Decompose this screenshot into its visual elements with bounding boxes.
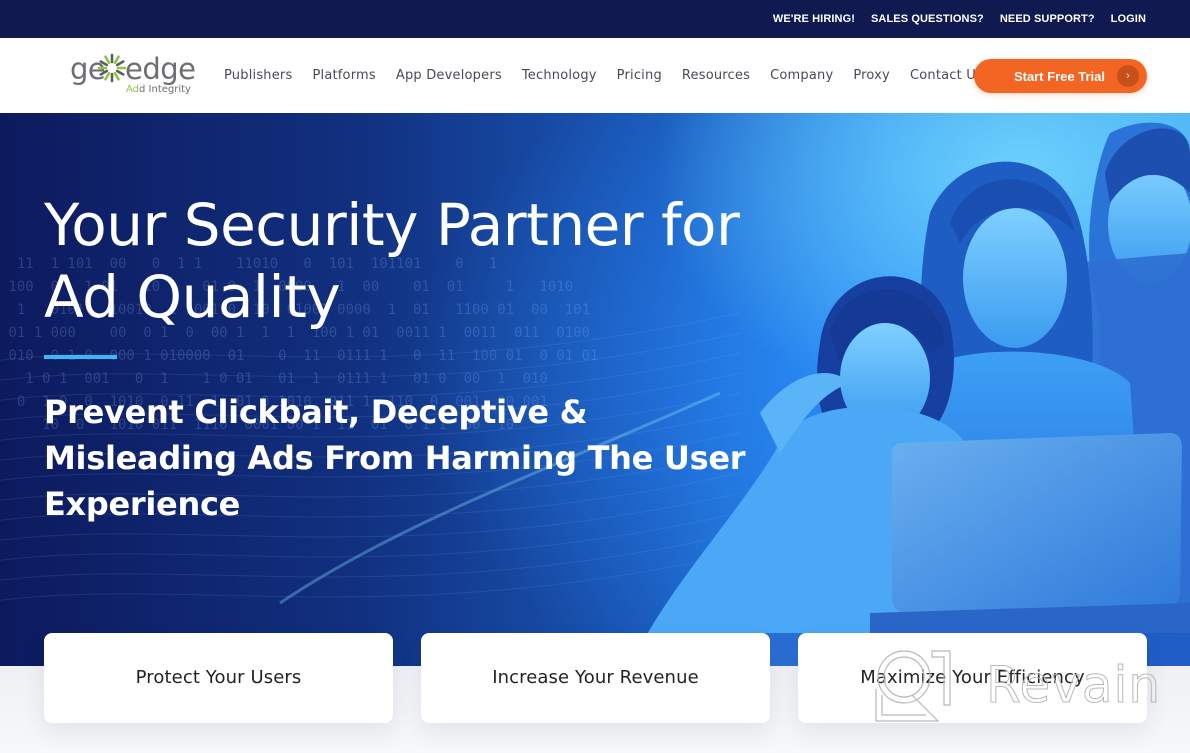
hero-subtitle: Prevent Clickbait, Deceptive & Misleadin… [44, 393, 746, 523]
hero-section: 11 1 101 00 0 1 1 11010 0 101 101101 0 1… [0, 113, 1190, 666]
nav-item-platforms[interactable]: Platforms [312, 68, 375, 83]
feature-card-protect-users[interactable]: Protect Your Users [44, 633, 393, 723]
feature-card-label: Increase Your Revenue [492, 667, 699, 688]
logo-tagline-rest: d Integrity [139, 84, 191, 95]
main-navbar: ge edge Add Integrity Publishers Platfor… [0, 38, 1190, 113]
logo-sunburst-icon [97, 53, 127, 83]
start-free-trial-button[interactable]: Start Free Trial › [974, 59, 1147, 93]
start-free-trial-label: Start Free Trial [1013, 68, 1105, 84]
nav-item-contact-us[interactable]: Contact Us [910, 68, 983, 83]
feature-card-label: Protect Your Users [135, 667, 302, 688]
nav-item-proxy[interactable]: Proxy [853, 68, 890, 83]
nav-item-app-developers[interactable]: App Developers [396, 68, 502, 83]
feature-card-maximize-efficiency[interactable]: Maximize Your Efficiency [798, 633, 1147, 723]
primary-nav: Publishers Platforms App Developers Tech… [224, 38, 983, 113]
top-utility-bar: WE'RE HIRING! SALES QUESTIONS? NEED SUPP… [0, 0, 1190, 38]
hiring-link[interactable]: WE'RE HIRING! [773, 13, 855, 25]
nav-item-resources[interactable]: Resources [682, 68, 750, 83]
sales-questions-link[interactable]: SALES QUESTIONS? [871, 13, 984, 25]
feature-card-label: Maximize Your Efficiency [860, 667, 1085, 688]
feature-card-increase-revenue[interactable]: Increase Your Revenue [421, 633, 770, 723]
nav-item-publishers[interactable]: Publishers [224, 68, 292, 83]
hero-title: Your Security Partner for Ad Quality [44, 191, 740, 331]
login-link[interactable]: LOGIN [1111, 13, 1146, 25]
title-accent-line [44, 355, 117, 359]
nav-item-company[interactable]: Company [770, 68, 833, 83]
need-support-link[interactable]: NEED SUPPORT? [1000, 13, 1095, 25]
logo-tagline: Add Integrity [126, 84, 191, 95]
logo-text-right: edge [125, 52, 196, 86]
geoedge-logo[interactable]: ge edge Add Integrity [70, 52, 196, 98]
logo-tagline-accent: Ad [126, 84, 140, 95]
nav-item-technology[interactable]: Technology [522, 68, 597, 83]
chevron-right-icon: › [1117, 65, 1139, 87]
nav-item-pricing[interactable]: Pricing [617, 68, 662, 83]
